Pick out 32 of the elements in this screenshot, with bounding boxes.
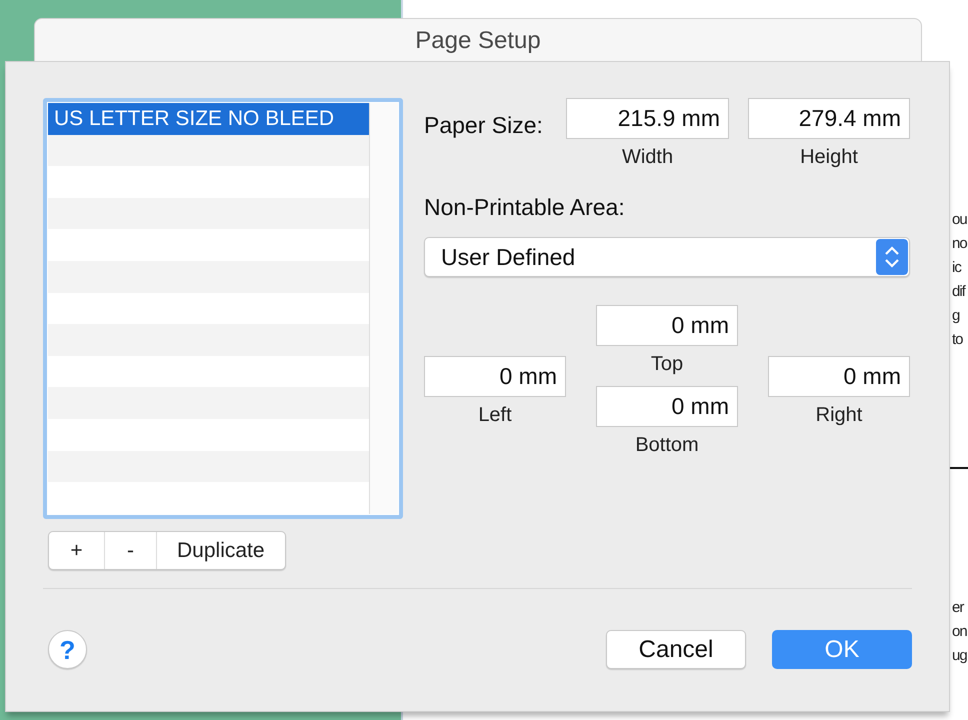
document-text: g [952, 306, 960, 326]
cancel-button[interactable]: Cancel [606, 630, 746, 669]
field-label: Right [816, 403, 862, 427]
list-button[interactable]: - [105, 532, 157, 569]
list-button[interactable]: Duplicate [157, 532, 285, 569]
measurement-field[interactable]: 215.9 mm [566, 98, 729, 139]
help-button[interactable]: ? [48, 630, 87, 669]
document-text: dif [952, 282, 966, 302]
field-label: Bottom [635, 433, 699, 457]
field-label: Height [800, 145, 858, 169]
document-text: er [952, 598, 965, 618]
list-item[interactable]: US LETTER SIZE NO BLEED [48, 103, 369, 135]
document-text: ug [952, 646, 967, 666]
paper-size-label: Paper Size: [424, 111, 544, 140]
measurement-field[interactable]: 0 mm [596, 386, 738, 427]
list-button[interactable]: + [49, 532, 105, 569]
document-text: ic [952, 258, 962, 278]
chevron-up-down-icon [876, 239, 908, 275]
field-label: Left [478, 403, 512, 427]
document-text: no [952, 234, 967, 254]
measurement-field[interactable]: 0 mm [596, 305, 738, 346]
window-title: Page Setup [415, 27, 541, 56]
measurement-field[interactable]: 0 mm [424, 356, 566, 397]
document-text: ou [952, 210, 967, 230]
measurement-field[interactable]: 0 mm [768, 356, 910, 397]
document-text: on [952, 622, 967, 642]
document-text: to [952, 330, 964, 350]
popup-button[interactable]: User Defined [424, 237, 910, 277]
section-label: Non-Printable Area: [424, 193, 626, 221]
field-label: Top [650, 352, 684, 376]
measurement-field[interactable]: 279.4 mm [748, 98, 910, 139]
field-label: Width [622, 145, 674, 169]
